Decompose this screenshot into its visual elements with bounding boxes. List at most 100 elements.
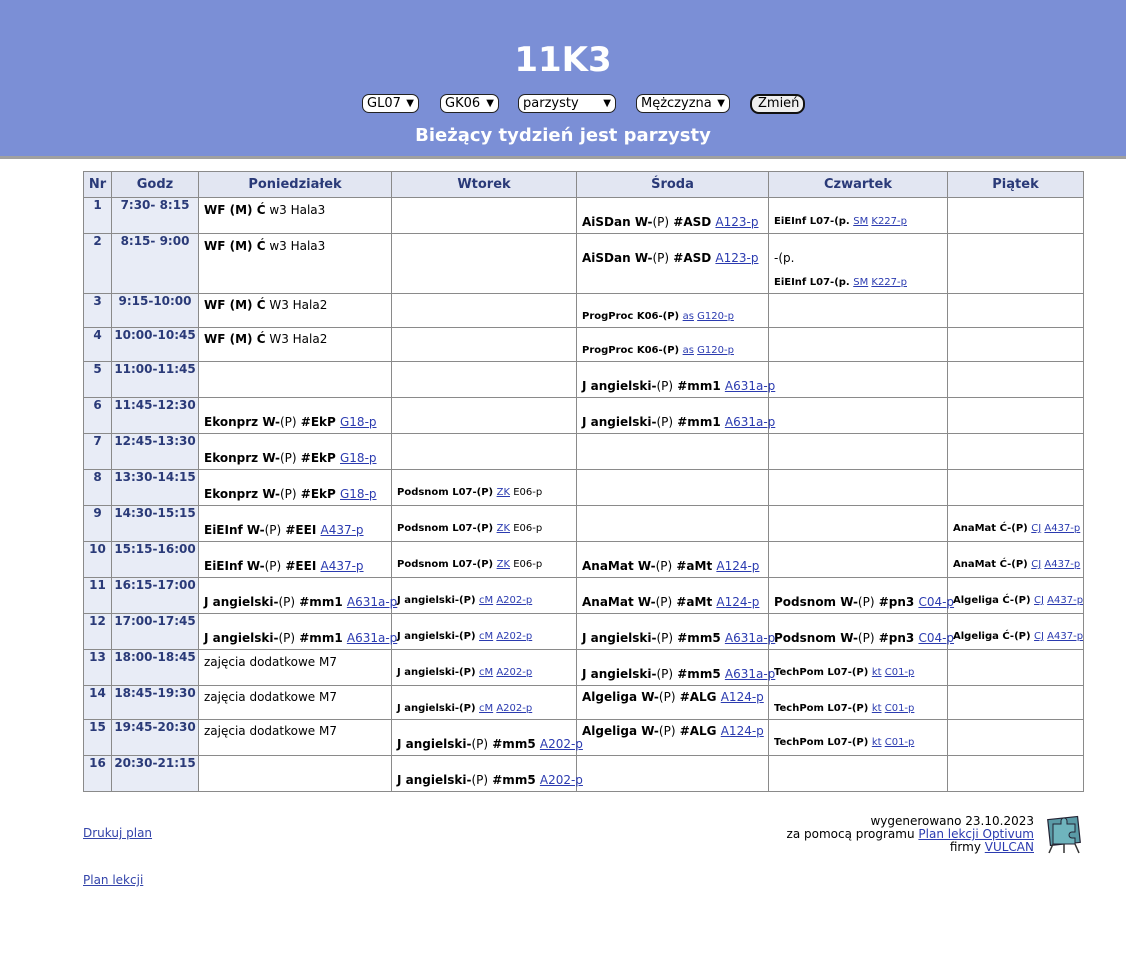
lesson-entry: TechPom L07-(P) kt C01-p xyxy=(774,703,914,714)
lesson-cell xyxy=(768,361,948,398)
room-link[interactable]: A123-p xyxy=(715,251,758,265)
lesson-entry: J angielski-(P) cM A202-p xyxy=(397,667,532,678)
subject: Podsnom L07-(P) xyxy=(397,487,497,498)
lesson-cell xyxy=(768,433,948,470)
row-nr: 15 xyxy=(83,719,112,756)
teacher-link[interactable]: ZK xyxy=(497,559,510,570)
teacher-link[interactable]: SM xyxy=(853,216,868,227)
room-link[interactable]: A202-p xyxy=(496,703,532,714)
teacher-link[interactable]: cM xyxy=(479,595,493,606)
room-link[interactable]: A124-p xyxy=(721,724,764,738)
lesson-cell xyxy=(198,755,392,792)
room-link[interactable]: K227-p xyxy=(871,216,907,227)
group: #mm5 xyxy=(673,631,725,645)
room-link[interactable]: A437-p xyxy=(1044,559,1080,570)
lesson-cell xyxy=(576,469,769,506)
teacher-link[interactable]: cM xyxy=(479,703,493,714)
company-link[interactable]: VULCAN xyxy=(985,840,1034,854)
teacher-link[interactable]: CJ xyxy=(1034,631,1044,642)
teacher-link[interactable]: CJ xyxy=(1031,523,1041,534)
lesson-cell: AnaMat Ć-(P) CJ A437-p xyxy=(947,541,1084,578)
lesson-cell: AiSDan W-(P) #ASD A123-p xyxy=(576,233,769,294)
row-nr: 6 xyxy=(83,397,112,434)
teacher-link[interactable]: ZK xyxy=(497,523,510,534)
subject: ProgProc K06-(P) xyxy=(582,311,683,322)
teacher-link[interactable]: kt xyxy=(872,703,882,714)
lesson-cell: AiSDan W-(P) #ASD A123-p xyxy=(576,197,769,234)
room-link[interactable]: G18-p xyxy=(340,415,377,429)
room-text: W3 Hala2 xyxy=(265,332,328,346)
teacher-link[interactable]: ZK xyxy=(497,487,510,498)
teacher-link[interactable]: kt xyxy=(872,737,882,748)
lesson-cell xyxy=(576,505,769,542)
room-link[interactable]: A631a-p xyxy=(347,595,397,609)
type: (P) xyxy=(471,773,489,787)
room-link[interactable]: A437-p xyxy=(1044,523,1080,534)
select-gender[interactable]: Mężczyzna ▼ xyxy=(636,94,730,113)
col-header-monday: Poniedziałek xyxy=(198,171,392,198)
room-link[interactable]: A202-p xyxy=(496,631,532,642)
program-link[interactable]: Plan lekcji Optivum xyxy=(918,827,1034,841)
group: #mm1 xyxy=(673,379,725,393)
timetable: Nr Godz Poniedziałek Wtorek Środa Czwart… xyxy=(83,171,1084,792)
room-link[interactable]: A437-p xyxy=(1047,595,1083,606)
teacher-link[interactable]: as xyxy=(683,311,694,322)
subject: Podsnom W- xyxy=(774,631,858,645)
lesson-cell xyxy=(947,433,1084,470)
lesson-cell xyxy=(768,293,948,328)
room-link[interactable]: C01-p xyxy=(885,703,915,714)
teacher-link[interactable]: CJ xyxy=(1031,559,1041,570)
subject: EiEInf W- xyxy=(204,559,265,573)
room-link[interactable]: A437-p xyxy=(320,559,363,573)
teacher-link[interactable]: as xyxy=(683,345,694,356)
teacher-link[interactable]: CJ xyxy=(1034,595,1044,606)
lesson-cell: WF (M) Ć W3 Hala2 xyxy=(198,293,392,328)
lesson-entry: J angielski-(P) #mm5 A202-p xyxy=(397,773,583,787)
row-nr: 3 xyxy=(83,293,112,328)
type: (P) xyxy=(280,451,297,465)
select-week[interactable]: parzysty ▼ xyxy=(518,94,616,113)
room-link[interactable]: A631a-p xyxy=(347,631,397,645)
room-link[interactable]: C01-p xyxy=(885,667,915,678)
teacher-link[interactable]: kt xyxy=(872,667,882,678)
teacher-link[interactable]: cM xyxy=(479,667,493,678)
select-gk[interactable]: GK06 ▼ xyxy=(440,94,499,113)
subject: AnaMat Ć-(P) xyxy=(953,559,1032,570)
room-link[interactable]: A124-p xyxy=(716,559,759,573)
room-link[interactable]: A124-p xyxy=(721,690,764,704)
room-link[interactable]: A437-p xyxy=(320,523,363,537)
lesson-cell: zajęcia dodatkowe M7 xyxy=(198,649,392,686)
room-link[interactable]: A437-p xyxy=(1047,631,1083,642)
subject: J angielski-(P) xyxy=(397,595,479,606)
select-gl[interactable]: GL07 ▼ xyxy=(362,94,419,113)
lesson-cell: J angielski-(P) cM A202-p xyxy=(391,613,577,650)
room-link[interactable]: A202-p xyxy=(496,595,532,606)
room-link[interactable]: G120-p xyxy=(697,311,734,322)
room-link[interactable]: A123-p xyxy=(715,215,758,229)
room-link[interactable]: K227-p xyxy=(871,277,907,288)
room-link[interactable]: G18-p xyxy=(340,451,377,465)
change-button[interactable]: Zmień xyxy=(750,94,805,114)
plan-link[interactable]: Plan lekcji xyxy=(83,873,143,887)
select-gl-value: GL07 xyxy=(367,96,401,111)
room-link[interactable]: G120-p xyxy=(697,345,734,356)
room-link[interactable]: G18-p xyxy=(340,487,377,501)
table-row: 7 12:45-13:30 Ekonprz W-(P) #EkP G18-p xyxy=(83,433,1084,470)
type: (P) xyxy=(658,690,676,704)
row-nr: 8 xyxy=(83,469,112,506)
lesson-cell xyxy=(768,469,948,506)
optivum-logo-icon[interactable] xyxy=(1043,812,1085,854)
row-nr: 16 xyxy=(83,755,112,792)
room-link[interactable]: A202-p xyxy=(496,667,532,678)
subject: WF (M) Ć xyxy=(204,298,266,312)
subject: J angielski-(P) xyxy=(397,631,479,642)
teacher-link[interactable]: cM xyxy=(479,631,493,642)
room-link[interactable]: C01-p xyxy=(885,737,915,748)
group: #EkP xyxy=(296,451,340,465)
table-header-row: Nr Godz Poniedziałek Wtorek Środa Czwart… xyxy=(83,171,1084,198)
row-hours: 17:00-17:45 xyxy=(111,613,199,650)
subject: EiEInf L07-(p. xyxy=(774,216,854,227)
print-plan-link[interactable]: Drukuj plan xyxy=(83,826,152,840)
room-link[interactable]: A124-p xyxy=(716,595,759,609)
teacher-link[interactable]: SM xyxy=(853,277,868,288)
